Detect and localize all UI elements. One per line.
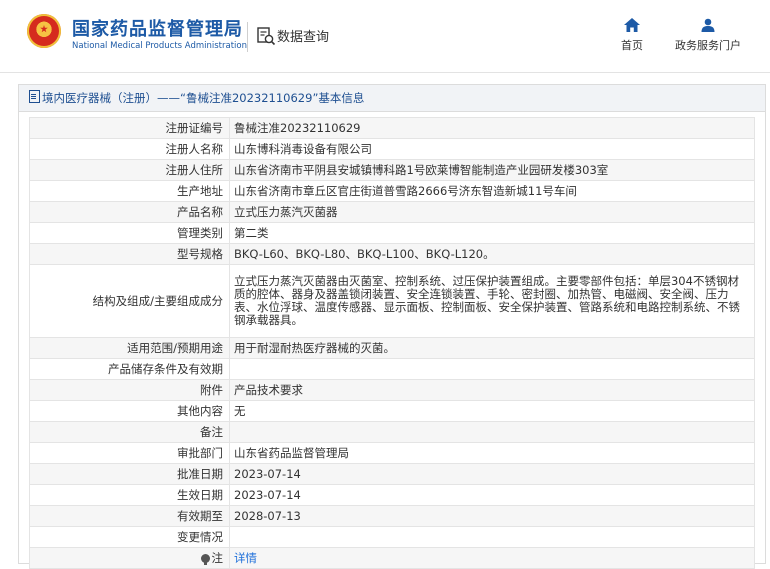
table-row: 变更情况 xyxy=(29,526,755,548)
table-row: 注详情 xyxy=(29,547,755,569)
field-value: 2023-07-14 xyxy=(229,463,755,485)
breadcrumb: 境内医疗器械（注册）——“鲁械注准20232110629”基本信息 xyxy=(19,85,765,112)
field-label: 适用范围/预期用途 xyxy=(29,337,230,359)
nav-service-portal[interactable]: 政务服务门户 xyxy=(668,18,748,53)
field-label: 变更情况 xyxy=(29,526,230,548)
field-label: 注册人住所 xyxy=(29,159,230,181)
nav-home-label: 首页 xyxy=(621,39,643,52)
site-header: 国家药品监督管理局 National Medical Products Admi… xyxy=(0,0,770,73)
field-value: 2028-07-13 xyxy=(229,505,755,527)
field-label: 注册证编号 xyxy=(29,117,230,139)
home-icon xyxy=(624,18,640,32)
details-link[interactable]: 详情 xyxy=(234,551,257,565)
field-label: 批准日期 xyxy=(29,463,230,485)
field-value: 立式压力蒸汽灭菌器由灭菌室、控制系统、过压保护装置组成。主要零部件包括：单层30… xyxy=(229,264,755,338)
field-label: 备注 xyxy=(29,421,230,443)
field-label: 生产地址 xyxy=(29,180,230,202)
field-label: 其他内容 xyxy=(29,400,230,422)
field-label: 注册人名称 xyxy=(29,138,230,160)
field-label: 附件 xyxy=(29,379,230,401)
field-value: 2023-07-14 xyxy=(229,484,755,506)
field-value: 用于耐湿耐热医疗器械的灭菌。 xyxy=(229,337,755,359)
table-row: 结构及组成/主要组成成分 立式压力蒸汽灭菌器由灭菌室、控制系统、过压保护装置组成。… xyxy=(29,264,755,338)
field-label: 产品名称 xyxy=(29,201,230,223)
table-row: 生产地址 山东省济南市章丘区官庄街道普雪路2666号济东智造新城11号车间 xyxy=(29,180,755,202)
table-row: 注册人住所 山东省济南市平阴县安城镇博科路1号欧莱博智能制造产业园研发楼303室 xyxy=(29,159,755,181)
user-icon xyxy=(701,18,715,32)
field-label: 结构及组成/主要组成成分 xyxy=(29,264,230,338)
field-label: 型号规格 xyxy=(29,243,230,265)
field-value: 山东省济南市章丘区官庄街道普雪路2666号济东智造新城11号车间 xyxy=(229,180,755,202)
field-value: 山东省药品监督管理局 xyxy=(229,442,755,464)
table-row: 审批部门 山东省药品监督管理局 xyxy=(29,442,755,464)
data-query-icon xyxy=(257,27,276,46)
field-value: 山东博科消毒设备有限公司 xyxy=(229,138,755,160)
nav-service-portal-label: 政务服务门户 xyxy=(675,39,741,52)
field-value: 第二类 xyxy=(229,222,755,244)
table-row: 型号规格 BKQ-L60、BKQ-L80、BKQ-L100、BKQ-L120。 xyxy=(29,243,755,265)
org-name-cn: 国家药品监督管理局 xyxy=(72,19,243,40)
field-value: 立式压力蒸汽灭菌器 xyxy=(229,201,755,223)
field-label: 生效日期 xyxy=(29,484,230,506)
breadcrumb-text: 境内医疗器械（注册）——“鲁械注准20232110629”基本信息 xyxy=(42,91,365,105)
data-query-label: 数据查询 xyxy=(277,30,330,45)
national-emblem-icon xyxy=(27,14,61,48)
field-label: 产品储存条件及有效期 xyxy=(29,358,230,380)
field-label: 管理类别 xyxy=(29,222,230,244)
field-label: 审批部门 xyxy=(29,442,230,464)
field-value xyxy=(229,421,755,443)
field-value: 详情 xyxy=(229,547,755,569)
table-row: 附件 产品技术要求 xyxy=(29,379,755,401)
table-row: 有效期至 2028-07-13 xyxy=(29,505,755,527)
nav-home[interactable]: 首页 xyxy=(610,18,654,53)
table-row: 批准日期 2023-07-14 xyxy=(29,463,755,485)
header-divider xyxy=(247,22,248,52)
record-table: 注册证编号 鲁械注准20232110629 注册人名称 山东博科消毒设备有限公司 注… xyxy=(29,117,755,569)
document-icon xyxy=(29,90,40,103)
field-value xyxy=(229,358,755,380)
record-panel: 境内医疗器械（注册）——“鲁械注准20232110629”基本信息 注册证编号鲁… xyxy=(18,84,766,569)
field-label: 有效期至 xyxy=(29,505,230,527)
table-row: 产品名称 立式压力蒸汽灭菌器 xyxy=(29,201,755,223)
field-value: 鲁械注准20232110629 xyxy=(229,117,755,139)
table-row: 注册证编号 鲁械注准20232110629 xyxy=(29,117,755,139)
field-value: 产品技术要求 xyxy=(229,379,755,401)
note-icon xyxy=(200,553,210,565)
table-row: 其他内容无 xyxy=(29,400,755,422)
field-label: 注 xyxy=(29,547,230,569)
note-label: 注 xyxy=(211,550,224,565)
table-row: 注册人名称 山东博科消毒设备有限公司 xyxy=(29,138,755,160)
org-name-en: National Medical Products Administration xyxy=(72,41,247,51)
table-row: 产品储存条件及有效期 xyxy=(29,358,755,380)
table-row: 适用范围/预期用途 用于耐湿耐热医疗器械的灭菌。 xyxy=(29,337,755,359)
field-value xyxy=(229,526,755,548)
table-row: 管理类别 第二类 xyxy=(29,222,755,244)
field-value: 无 xyxy=(229,400,755,422)
table-row: 备注 xyxy=(29,421,755,443)
field-value: BKQ-L60、BKQ-L80、BKQ-L100、BKQ-L120。 xyxy=(229,243,755,265)
field-value: 山东省济南市平阴县安城镇博科路1号欧莱博智能制造产业园研发楼303室 xyxy=(229,159,755,181)
table-row: 生效日期 2023-07-14 xyxy=(29,484,755,506)
